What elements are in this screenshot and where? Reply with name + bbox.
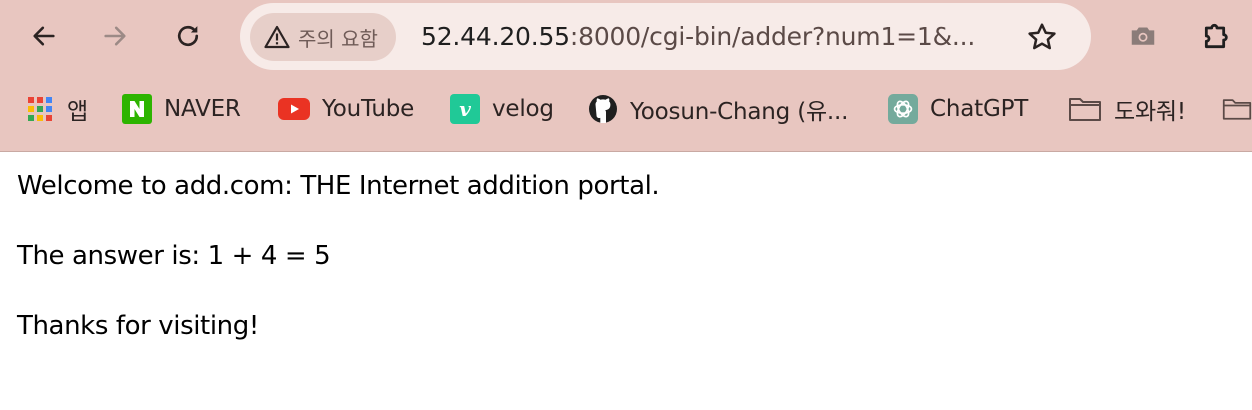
address-bar[interactable]: 주의 요함 52.44.20.55:8000/cgi-bin/adder?num… [240, 3, 1091, 70]
bookmark-label: Yoosun-Chang (유... [630, 99, 849, 125]
arrow-left-icon [33, 26, 55, 46]
extensions-button[interactable] [1195, 14, 1239, 58]
puzzle-icon [1204, 24, 1228, 49]
bookmark-youtube[interactable]: YouTube [278, 86, 414, 132]
apps-grid-icon [25, 94, 55, 124]
camera-button[interactable] [1121, 14, 1165, 58]
bookmark-star-button[interactable] [1024, 19, 1060, 55]
chatgpt-icon [888, 94, 918, 124]
welcome-text: Welcome to add.com: THE Internet additio… [17, 171, 660, 201]
folder-icon [1222, 94, 1252, 124]
camera-icon [1131, 27, 1155, 45]
bookmark-github[interactable]: Yoosun-Chang (유... [588, 86, 848, 132]
folder-icon [1068, 94, 1102, 124]
url-path: :8000/cgi-bin/adder?num1=1&... [569, 22, 976, 51]
youtube-icon [278, 94, 310, 124]
thanks-text: Thanks for visiting! [17, 311, 259, 341]
reload-button[interactable] [166, 14, 210, 58]
naver-icon [122, 94, 152, 124]
bookmark-label: YouTube [322, 96, 415, 122]
bookmarks-bar: 앱 NAVER YouTube v velog Yoosun-Chang (유.… [0, 86, 1252, 132]
github-icon [588, 94, 618, 124]
back-button[interactable] [22, 14, 66, 58]
browser-chrome: 주의 요함 52.44.20.55:8000/cgi-bin/adder?num… [0, 0, 1252, 152]
bookmark-label: velog [492, 96, 554, 122]
page-content: Welcome to add.com: THE Internet additio… [17, 164, 1217, 374]
velog-icon: v [450, 94, 480, 124]
arrow-right-icon [104, 26, 126, 46]
answer-text: The answer is: 1 + 4 = 5 [17, 241, 331, 271]
svg-text:v: v [459, 97, 471, 121]
bookmark-label: 도와줘! [1114, 99, 1186, 125]
bookmark-velog[interactable]: v velog [450, 86, 554, 132]
bookmark-naver[interactable]: NAVER [122, 86, 241, 132]
security-indicator[interactable]: 주의 요함 [250, 13, 396, 61]
star-icon [1028, 23, 1056, 50]
bookmark-apps[interactable]: 앱 [25, 86, 88, 132]
forward-button[interactable] [93, 14, 137, 58]
warning-triangle-icon [264, 25, 290, 49]
url-text[interactable]: 52.44.20.55:8000/cgi-bin/adder?num1=1&..… [421, 3, 975, 70]
bookmark-folder-overflow[interactable] [1222, 86, 1252, 132]
bookmark-chatgpt[interactable]: ChatGPT [888, 86, 1028, 132]
bookmark-folder-help[interactable]: 도와줘! [1068, 86, 1186, 132]
reload-icon [177, 25, 199, 47]
bookmark-label: 앱 [67, 99, 88, 125]
security-label: 주의 요함 [298, 26, 378, 51]
url-host: 52.44.20.55 [421, 22, 570, 51]
bookmark-label: NAVER [164, 96, 241, 122]
bookmark-label: ChatGPT [930, 96, 1029, 122]
